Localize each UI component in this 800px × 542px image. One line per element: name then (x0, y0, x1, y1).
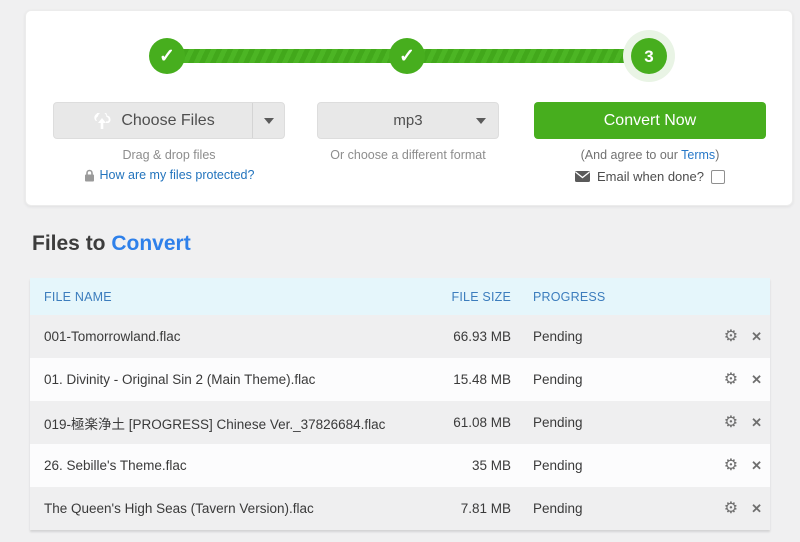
file-size: 35 MB (471, 458, 511, 473)
check-icon: ✓ (399, 45, 415, 67)
remove-file-icon[interactable]: ✕ (751, 373, 762, 386)
progress-status: Pending (533, 501, 583, 516)
table-row: The Queen's High Seas (Tavern Version).f… (30, 487, 770, 530)
step-number: 3 (644, 46, 654, 66)
settings-gear-icon[interactable]: ⚙ (724, 500, 738, 517)
file-size: 66.93 MB (453, 329, 511, 344)
file-name: 01. Divinity - Original Sin 2 (Main Them… (44, 372, 316, 387)
settings-gear-icon[interactable]: ⚙ (724, 457, 738, 474)
email-when-done-label: Email when done? (597, 169, 704, 184)
remove-file-icon[interactable]: ✕ (751, 502, 762, 515)
settings-gear-icon[interactable]: ⚙ (724, 414, 738, 431)
settings-gear-icon[interactable]: ⚙ (724, 371, 738, 388)
progress-status: Pending (533, 372, 583, 387)
title-prefix: Files to (32, 232, 112, 255)
header-progress: PROGRESS (533, 289, 606, 304)
upload-card: ✓ ✓ 3 Choose Files Drag & drop files How… (25, 10, 793, 206)
table-body: 001-Tomorrowland.flac 66.93 MB Pending ⚙… (30, 315, 770, 530)
format-hint: Or choose a different format (330, 148, 486, 162)
upload-cloud-icon (91, 112, 113, 129)
table-row: 019-極楽浄土 [PROGRESS] Chinese Ver._3782668… (30, 401, 770, 444)
progress-status: Pending (533, 415, 583, 430)
choose-files-label: Choose Files (121, 111, 215, 129)
files-protected-label: How are my files protected? (99, 168, 255, 182)
stepper-step-3: 3 (631, 38, 667, 74)
format-value: mp3 (393, 112, 423, 129)
stepper-step-1: ✓ (149, 38, 185, 74)
header-file-name: FILE NAME (44, 289, 112, 304)
drag-drop-hint: Drag & drop files (122, 148, 216, 162)
progress-stepper: ✓ ✓ 3 (26, 11, 792, 91)
remove-file-icon[interactable]: ✕ (751, 416, 762, 429)
remove-file-icon[interactable]: ✕ (751, 330, 762, 343)
table-row: 01. Divinity - Original Sin 2 (Main Them… (30, 358, 770, 401)
file-size: 7.81 MB (460, 501, 511, 516)
stepper-step-2: ✓ (389, 38, 425, 74)
progress-status: Pending (533, 458, 583, 473)
email-when-done-row: Email when done? (534, 169, 766, 184)
title-accent: Convert (111, 232, 191, 255)
remove-file-icon[interactable]: ✕ (751, 459, 762, 472)
files-table: FILE NAME FILE SIZE PROGRESS 001-Tomorro… (30, 278, 770, 530)
file-name: 26. Sebille's Theme.flac (44, 458, 187, 473)
file-name: The Queen's High Seas (Tavern Version).f… (44, 501, 314, 516)
format-select[interactable]: mp3 (317, 102, 499, 139)
convert-now-button[interactable]: Convert Now (534, 102, 766, 139)
email-icon (575, 171, 591, 182)
table-header: FILE NAME FILE SIZE PROGRESS (30, 278, 770, 315)
file-name: 001-Tomorrowland.flac (44, 329, 181, 344)
progress-status: Pending (533, 329, 583, 344)
chevron-down-icon (476, 118, 486, 124)
terms-suffix: ) (715, 148, 720, 162)
terms-link[interactable]: Terms (681, 148, 715, 162)
choose-files-button[interactable]: Choose Files (53, 102, 285, 139)
terms-prefix: (And agree to our (580, 148, 682, 162)
email-checkbox[interactable] (710, 169, 725, 184)
file-size: 15.48 MB (453, 372, 511, 387)
chevron-down-icon (263, 117, 274, 124)
choose-files-dropdown[interactable] (252, 103, 284, 138)
table-row: 26. Sebille's Theme.flac 35 MB Pending ⚙… (30, 444, 770, 487)
file-size: 61.08 MB (453, 415, 511, 430)
settings-gear-icon[interactable]: ⚙ (724, 328, 738, 345)
header-file-size: FILE SIZE (451, 289, 511, 304)
table-row: 001-Tomorrowland.flac 66.93 MB Pending ⚙… (30, 315, 770, 358)
lock-icon (84, 169, 95, 182)
page-title: Files to Convert (32, 232, 191, 256)
check-icon: ✓ (159, 45, 175, 67)
terms-note: (And agree to our Terms) (534, 148, 766, 162)
files-protected-link[interactable]: How are my files protected? (53, 168, 285, 182)
file-name: 019-極楽浄土 [PROGRESS] Chinese Ver._3782668… (44, 416, 386, 432)
